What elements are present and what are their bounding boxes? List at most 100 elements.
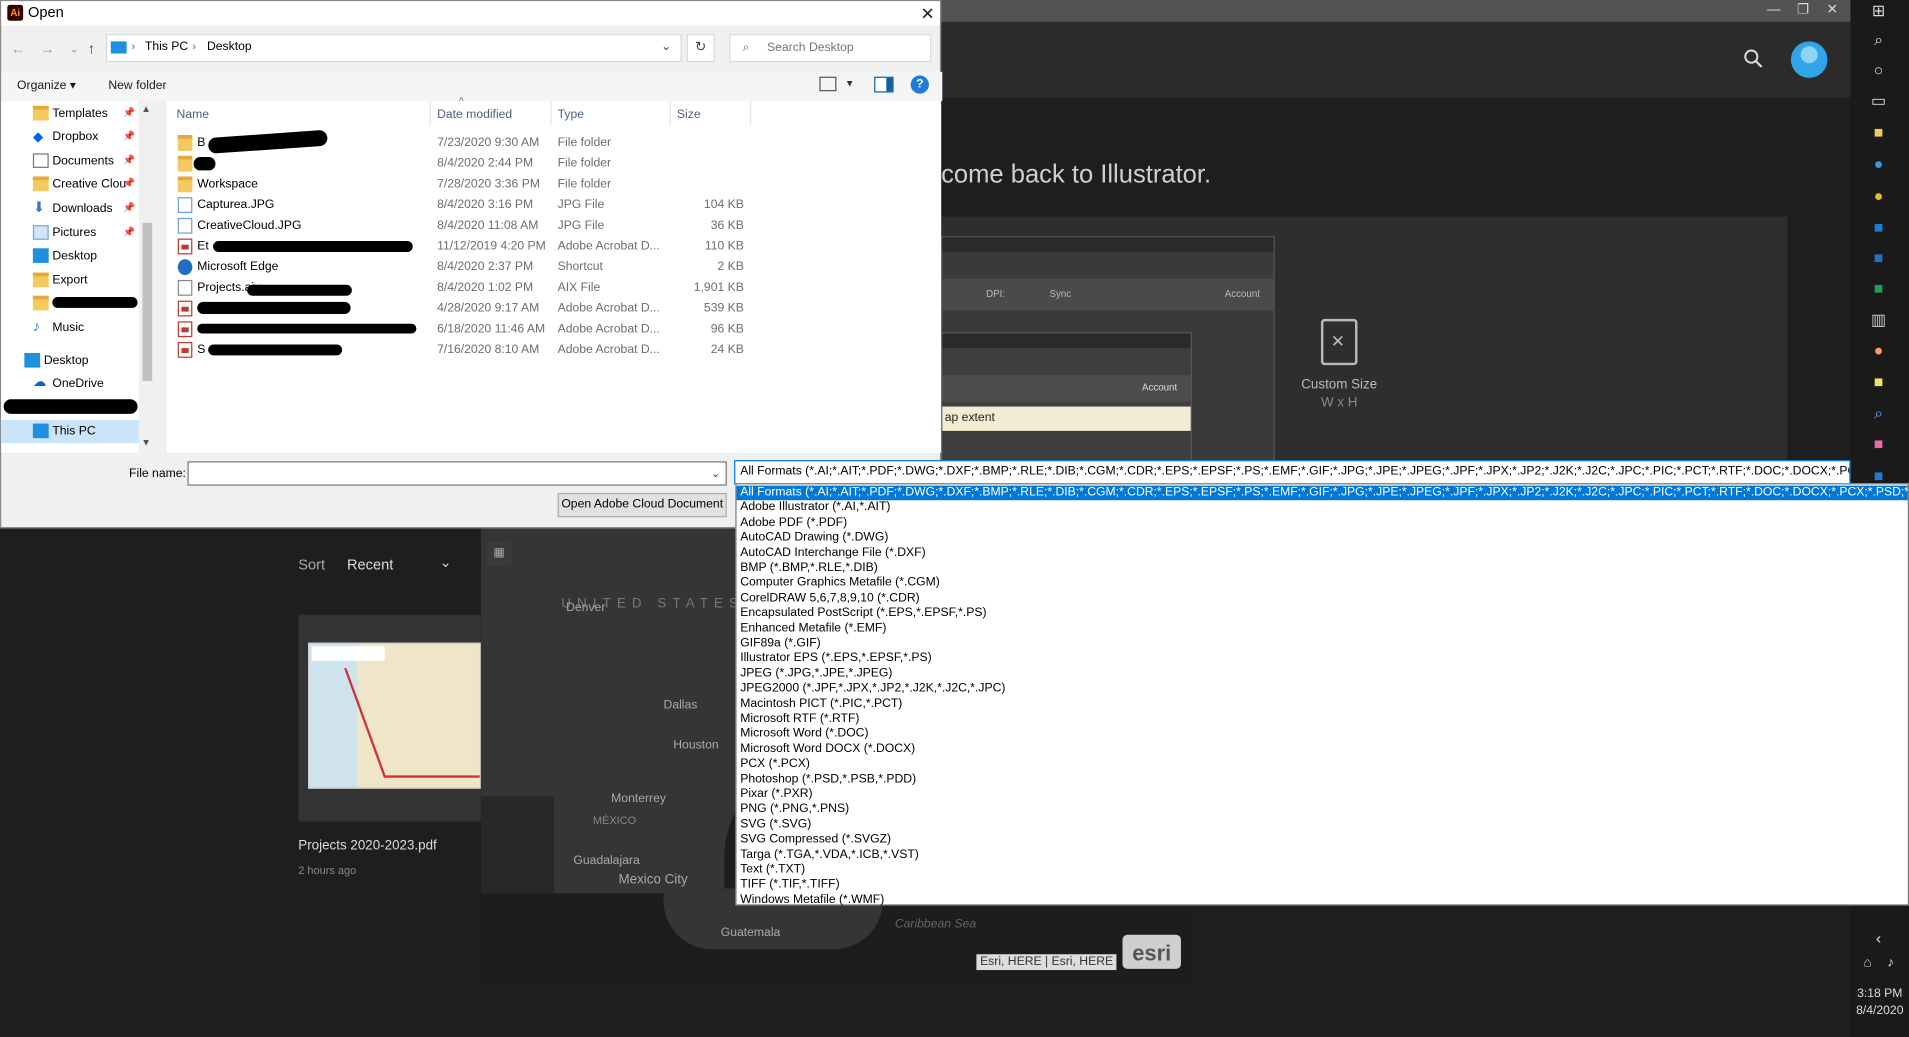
file-type-option[interactable]: Macintosh PICT (*.PIC,*.PCT) <box>737 697 1908 712</box>
file-row[interactable]: Et 11/12/2019 4:20 PM Adobe Acrobat D... 11… <box>167 236 751 257</box>
file-type-option[interactable]: JPEG2000 (*.JPF,*.JPX,*.JP2,*.J2K,*.J2C,… <box>737 682 1908 697</box>
file-type-option[interactable]: Adobe PDF (*.PDF) <box>737 516 1908 531</box>
chevron-down-icon[interactable]: ⌄ <box>661 40 671 53</box>
search-icon[interactable] <box>1743 49 1763 68</box>
file-type-option[interactable]: Text (*.TXT) <box>737 863 1908 878</box>
nav-item-dropbox[interactable]: ◆ Dropbox 📌 <box>1 125 139 148</box>
up-arrow-icon[interactable]: ↑ <box>82 39 101 58</box>
file-name-field[interactable]: ⌄ <box>187 461 727 486</box>
recent-file-name[interactable]: Projects 2020-2023.pdf <box>298 839 436 854</box>
column-header-type[interactable]: Type <box>558 108 584 121</box>
file-type-option[interactable]: CorelDRAW 5,6,7,8,9,10 (*.CDR) <box>737 591 1908 606</box>
magnifier-icon[interactable]: ⌕ <box>1868 403 1890 425</box>
photos-icon[interactable]: ■ <box>1868 433 1890 455</box>
nav-item-desktop-root[interactable]: Desktop <box>1 349 139 372</box>
help-icon[interactable]: ? <box>910 75 929 94</box>
outlook-icon[interactable]: ■ <box>1868 217 1890 239</box>
nav-scrollbar[interactable]: ▲ ▼ <box>138 101 156 453</box>
nav-item-downloads[interactable]: ⬇ Downloads 📌 <box>1 197 139 220</box>
file-type-option[interactable]: Photoshop (*.PSD,*.PSB,*.PDD) <box>737 772 1908 787</box>
file-type-option[interactable]: Targa (*.TGA,*.VDA,*.ICB,*.VST) <box>737 848 1908 863</box>
volume-icon[interactable]: ♪ <box>1880 952 1902 974</box>
file-type-option[interactable]: Computer Graphics Metafile (*.CGM) <box>737 576 1908 591</box>
file-type-option[interactable]: JPEG (*.JPG,*.JPE,*.JPEG) <box>737 667 1908 682</box>
file-row[interactable]: CreativeCloud.JPG 8/4/2020 11:08 AM JPG Fi… <box>167 215 751 236</box>
file-type-option[interactable]: Windows Metafile (*.WMF) <box>737 893 1908 908</box>
clock-time[interactable]: 3:18 PM <box>1851 987 1909 1000</box>
windows-icon[interactable]: ⊞ <box>1868 0 1890 22</box>
sticky-notes-icon[interactable]: ■ <box>1868 371 1890 393</box>
file-name-input[interactable] <box>192 464 704 482</box>
nav-item-music[interactable]: ♪ Music <box>1 316 139 339</box>
nav-item-onedrive[interactable]: ☁ OneDrive <box>1 372 139 395</box>
file-type-option[interactable]: SVG (*.SVG) <box>737 818 1908 833</box>
file-row[interactable]: Projects.aix 8/4/2020 1:02 PM AIX File 1,90… <box>167 278 751 299</box>
nav-item-export[interactable]: Export <box>1 269 139 292</box>
task-view-icon[interactable]: ▭ <box>1868 90 1890 112</box>
file-type-option[interactable]: Microsoft Word (*.DOC) <box>737 727 1908 742</box>
open-cloud-document-button[interactable]: Open Adobe Cloud Document <box>557 492 727 518</box>
file-row[interactable]: B 7/23/2020 9:30 AM File folder <box>167 129 751 154</box>
organize-button[interactable]: Organize ▾ <box>17 79 76 92</box>
chrome-icon[interactable]: ● <box>1868 185 1890 207</box>
column-header-size[interactable]: Size <box>677 108 701 121</box>
basemap-toggle-icon[interactable]: ▦ <box>486 541 512 566</box>
close-window-button[interactable]: ✕ <box>1818 0 1847 22</box>
file-type-option[interactable]: GIF89a (*.GIF) <box>737 637 1908 652</box>
file-type-option[interactable]: Illustrator EPS (*.EPS,*.EPSF,*.PS) <box>737 652 1908 667</box>
restore-button[interactable]: ❐ <box>1788 0 1817 22</box>
search-input[interactable] <box>767 38 926 58</box>
sort-select[interactable]: Recent <box>347 556 393 573</box>
file-type-option[interactable]: PNG (*.PNG,*.PNS) <box>737 803 1908 818</box>
file-type-option[interactable]: Encapsulated PostScript (*.EPS,*.EPSF,*.… <box>737 606 1908 621</box>
file-type-option[interactable]: Microsoft RTF (*.RTF) <box>737 712 1908 727</box>
file-type-option[interactable]: AutoCAD Interchange File (*.DXF) <box>737 546 1908 561</box>
refresh-icon[interactable]: ↻ <box>686 34 715 63</box>
paint-icon[interactable]: ● <box>1868 340 1890 362</box>
chevron-down-icon[interactable]: ▼ <box>845 78 855 89</box>
excel-icon[interactable]: ■ <box>1868 278 1890 300</box>
breadcrumb-this-pc[interactable]: This PC <box>145 40 188 53</box>
view-options-icon[interactable] <box>819 76 837 92</box>
file-type-option[interactable]: BMP (*.BMP,*.RLE,*.DIB) <box>737 561 1908 576</box>
calculator-icon[interactable]: ▥ <box>1868 309 1890 331</box>
nav-item-redacted[interactable] <box>1 292 139 315</box>
column-header-date[interactable]: Date modified <box>437 108 512 121</box>
file-row[interactable]: Microsoft Edge 8/4/2020 2:37 PM Shortcut 2 … <box>167 257 751 278</box>
file-type-option[interactable]: Microsoft Word DOCX (*.DOCX) <box>737 742 1908 757</box>
custom-size-preset[interactable]: Custom Size W x H <box>1291 318 1388 410</box>
file-type-option[interactable]: Pixar (*.PXR) <box>737 787 1908 802</box>
file-type-option[interactable]: All Formats (*.AI;*.AIT;*.PDF;*.DWG;*.DX… <box>736 485 1908 501</box>
avatar[interactable] <box>1790 41 1828 78</box>
search-icon[interactable]: ⌕ <box>1868 29 1890 51</box>
back-arrow-icon[interactable]: ← <box>9 39 28 58</box>
file-type-option[interactable]: TIFF (*.TIF,*.TIFF) <box>737 878 1908 893</box>
file-type-option[interactable]: Adobe Illustrator (*.AI,*.AIT) <box>737 501 1908 516</box>
clock-date[interactable]: 8/4/2020 <box>1851 1004 1909 1017</box>
file-type-option[interactable]: SVG Compressed (*.SVGZ) <box>737 833 1908 848</box>
nav-item-user[interactable]: ● <box>1 397 139 420</box>
file-row[interactable]: S 7/16/2020 8:10 AM Adobe Acrobat D... 24 K… <box>167 340 751 361</box>
cortana-icon[interactable]: ○ <box>1868 60 1890 82</box>
file-type-option[interactable]: PCX (*.PCX) <box>737 757 1908 772</box>
new-folder-button[interactable]: New folder <box>108 79 166 92</box>
recent-file-thumbnail[interactable] <box>308 642 481 789</box>
nav-item-creative-cloud[interactable]: Creative Clou 📌 <box>1 173 139 196</box>
nav-item-documents[interactable]: Documents 📌 <box>1 150 139 173</box>
nav-item-this-pc[interactable]: This PC <box>1 419 139 444</box>
word-icon[interactable]: ■ <box>1868 247 1890 269</box>
chevron-down-icon[interactable]: ⌄ <box>440 554 452 571</box>
file-row[interactable]: 4/28/2020 9:17 AM Adobe Acrobat D... 539 K… <box>167 298 751 319</box>
minimize-button[interactable]: — <box>1759 0 1788 22</box>
nav-item-desktop[interactable]: Desktop <box>1 245 139 268</box>
column-header-name[interactable]: Name <box>177 108 209 121</box>
file-type-select[interactable]: All Formats (*.AI;*.AIT;*.PDF;*.DWG;*.DX… <box>734 460 1851 485</box>
nav-item-pictures[interactable]: Pictures 📌 <box>1 222 139 245</box>
file-row[interactable]: Workspace 7/28/2020 3:36 PM File folder <box>167 174 751 195</box>
nav-item-templates[interactable]: Templates 📌 <box>1 102 139 125</box>
search-box[interactable]: ⌕ <box>729 34 932 63</box>
address-bar[interactable]: › This PC › Desktop ⌄ <box>105 34 682 63</box>
file-row[interactable]: Capturea.JPG 8/4/2020 3:16 PM JPG File 104 … <box>167 195 751 216</box>
edge-icon[interactable]: ● <box>1868 153 1890 175</box>
file-row[interactable]: 8/4/2020 2:44 PM File folder <box>167 153 751 174</box>
